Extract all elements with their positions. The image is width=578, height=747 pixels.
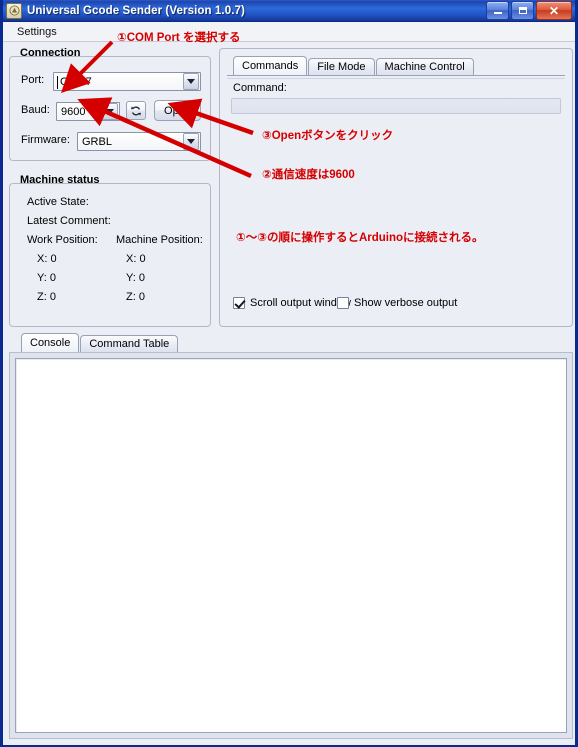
window-controls: ✕ <box>486 1 573 20</box>
work-position-x: X: 0 <box>37 253 57 265</box>
application-window: Universal Gcode Sender (Version 1.0.7) ✕… <box>0 0 578 747</box>
chevron-down-icon <box>106 109 114 114</box>
machine-position-x: X: 0 <box>126 253 146 265</box>
open-button[interactable]: Open <box>154 100 201 121</box>
command-label: Command: <box>233 82 287 94</box>
refresh-icon <box>131 105 141 116</box>
connection-group: Connection Port: COM7 Baud: 9600 Open Fi… <box>9 47 211 161</box>
work-position-y: Y: 0 <box>37 272 56 284</box>
tab-console[interactable]: Console <box>21 333 80 352</box>
baud-combobox[interactable]: 9600 <box>56 102 120 121</box>
close-button[interactable]: ✕ <box>536 1 572 20</box>
chevron-down-icon <box>187 79 195 84</box>
command-tabs: Commands File Mode Machine Control <box>233 56 475 75</box>
port-value: COM7 <box>60 75 92 88</box>
command-input[interactable] <box>231 98 561 114</box>
machine-position-z: Z: 0 <box>126 291 145 303</box>
tab-machine-control[interactable]: Machine Control <box>375 58 474 75</box>
work-position-label: Work Position: <box>27 234 98 246</box>
console-output[interactable] <box>15 358 567 733</box>
console-panel <box>9 352 573 739</box>
window-title: Universal Gcode Sender (Version 1.0.7) <box>27 4 245 17</box>
port-combobox[interactable]: COM7 <box>53 72 201 91</box>
scroll-output-window-checkbox[interactable] <box>233 297 245 309</box>
menu-bar: Settings <box>3 22 575 42</box>
work-position-z: Z: 0 <box>37 291 56 303</box>
active-state-label: Active State: <box>27 196 89 208</box>
console-tabs: Console Command Table <box>21 333 179 352</box>
chevron-down-icon <box>187 139 195 144</box>
firmware-label: Firmware: <box>21 134 70 146</box>
tab-commands[interactable]: Commands <box>233 56 308 75</box>
baud-value: 9600 <box>61 105 86 118</box>
tab-file-mode[interactable]: File Mode <box>308 58 375 75</box>
port-dropdown-arrow[interactable] <box>183 73 199 90</box>
minimize-button[interactable] <box>486 1 509 20</box>
latest-comment-label: Latest Comment: <box>27 215 111 227</box>
show-verbose-output-row: Show verbose output <box>337 297 457 309</box>
show-verbose-output-checkbox[interactable] <box>337 297 349 309</box>
port-row: Port: <box>21 74 51 86</box>
console-area: Console Command Table <box>9 333 573 739</box>
right-panel: Commands File Mode Machine Control Comma… <box>219 48 573 327</box>
baud-dropdown-arrow[interactable] <box>102 103 118 120</box>
tab-command-table[interactable]: Command Table <box>80 335 179 352</box>
main-content: Connection Port: COM7 Baud: 9600 Open Fi… <box>3 42 575 745</box>
firmware-row: Firmware: <box>21 134 70 146</box>
menu-item-settings[interactable]: Settings <box>11 24 63 40</box>
refresh-ports-button[interactable] <box>126 101 146 120</box>
firmware-combobox[interactable]: GRBL <box>77 132 201 151</box>
show-verbose-output-label: Show verbose output <box>354 297 458 309</box>
machine-position-label: Machine Position: <box>116 234 203 246</box>
port-text-cursor <box>57 76 58 89</box>
firmware-dropdown-arrow[interactable] <box>183 133 199 150</box>
port-label: Port: <box>21 74 45 86</box>
machine-position-y: Y: 0 <box>126 272 145 284</box>
tab-underline <box>227 75 565 79</box>
close-icon: ✕ <box>548 3 560 18</box>
firmware-value: GRBL <box>82 135 112 148</box>
baud-label: Baud: <box>21 104 50 116</box>
scroll-output-window-label: Scroll output window <box>250 297 351 309</box>
maximize-button[interactable] <box>511 1 534 20</box>
machine-status-group: Machine status Active State: Latest Comm… <box>9 174 211 327</box>
app-icon <box>6 2 22 19</box>
scroll-output-window-row: Scroll output window <box>233 297 351 309</box>
title-bar: Universal Gcode Sender (Version 1.0.7) ✕ <box>3 0 575 22</box>
baud-row: Baud: <box>21 104 50 116</box>
